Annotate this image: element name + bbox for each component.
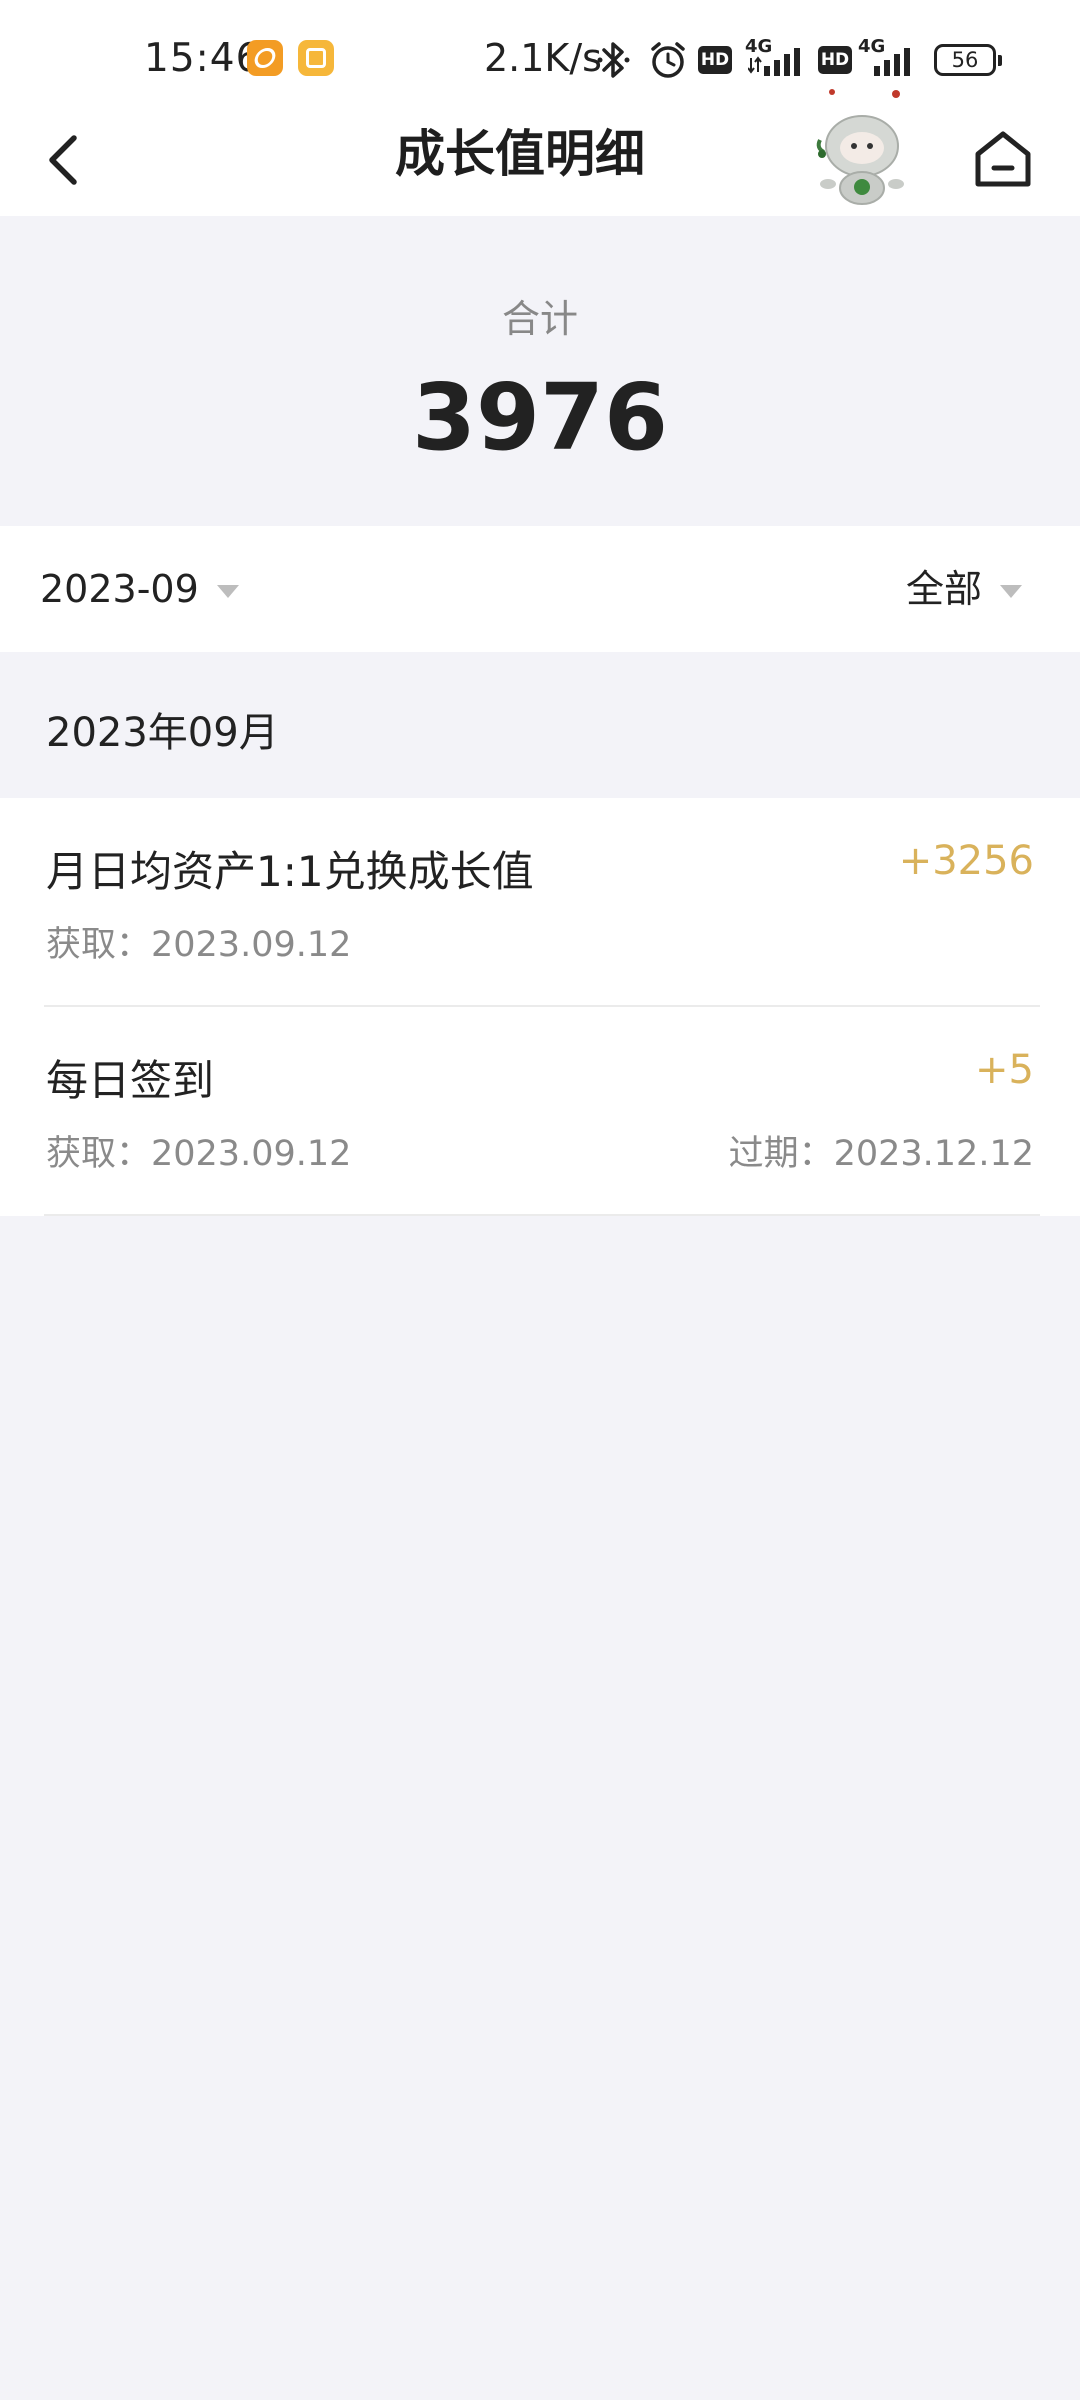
signal-icon-2 [874, 48, 910, 76]
record-title: 月日均资产1:1兑换成长值 [46, 847, 534, 896]
divider [44, 1214, 1040, 1216]
summary-label: 合计 [501, 297, 578, 341]
hd-icon-2: HD [818, 46, 852, 74]
month-filter-dropdown[interactable]: 2023-09 [40, 562, 239, 616]
home-icon[interactable] [968, 124, 1038, 194]
list-item: 每日签到 +5 获取：2023.09.12 过期：2023.12.12 [0, 1007, 1080, 1216]
records-list: 月日均资产1:1兑换成长值 +3256 获取：2023.09.12 每日签到 +… [0, 798, 1080, 1216]
list-item: 月日均资产1:1兑换成长值 +3256 获取：2023.09.12 [0, 798, 1080, 1007]
type-filter-dropdown[interactable]: 全部 [906, 562, 1022, 616]
page-title: 成长值明细 [395, 125, 645, 183]
signal-icon [748, 48, 800, 76]
caret-down-icon [1000, 585, 1022, 598]
nav-bar: 成长值明细 [0, 89, 1080, 216]
month-filter-label: 2023-09 [40, 567, 199, 611]
filter-bar: 2023-09 全部 [0, 526, 1080, 652]
summary-total-value: 3976 [411, 364, 669, 471]
record-obtained-date: 获取：2023.09.12 [46, 1134, 352, 1174]
app-notification-icon-2 [298, 40, 334, 76]
record-title: 每日签到 [46, 1056, 215, 1105]
status-bar: 15:46 2.1K/s HD 4G HD 4G 56 [0, 0, 1080, 118]
app-notification-icon [247, 40, 283, 76]
summary-panel: 合计 3976 [0, 216, 1080, 526]
record-amount: +5 [975, 1047, 1034, 1093]
section-month-title: 2023年09月 [46, 710, 279, 756]
alarm-icon [651, 42, 685, 78]
network-speed: 2.1K/s [484, 36, 602, 80]
type-filter-label: 全部 [905, 567, 982, 611]
caret-down-icon [216, 585, 239, 598]
hd-icon: HD [698, 46, 732, 74]
bluetooth-icon [597, 42, 630, 78]
record-expiry-date: 过期：2023.12.12 [728, 1134, 1034, 1174]
mascot-icon[interactable] [810, 88, 914, 206]
section-header: 2023年09月 [0, 652, 1080, 798]
record-amount: +3256 [898, 838, 1034, 884]
battery-icon: 56 [934, 44, 1002, 76]
record-obtained-date: 获取：2023.09.12 [46, 925, 352, 965]
status-time: 15:46 [144, 36, 262, 81]
